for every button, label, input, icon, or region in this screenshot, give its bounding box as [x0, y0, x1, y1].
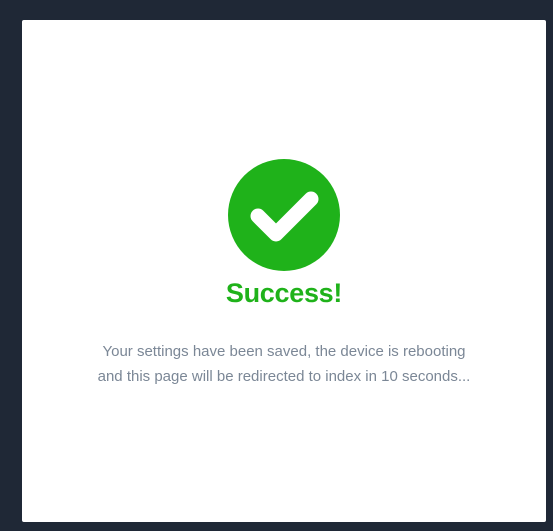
success-message: Your settings have been saved, the devic…	[97, 343, 471, 385]
check-circle-icon	[228, 159, 340, 271]
check-circle-background	[228, 159, 340, 271]
success-dialog: Success! Your settings have been saved, …	[22, 20, 546, 522]
success-title: Success!	[225, 278, 343, 308]
